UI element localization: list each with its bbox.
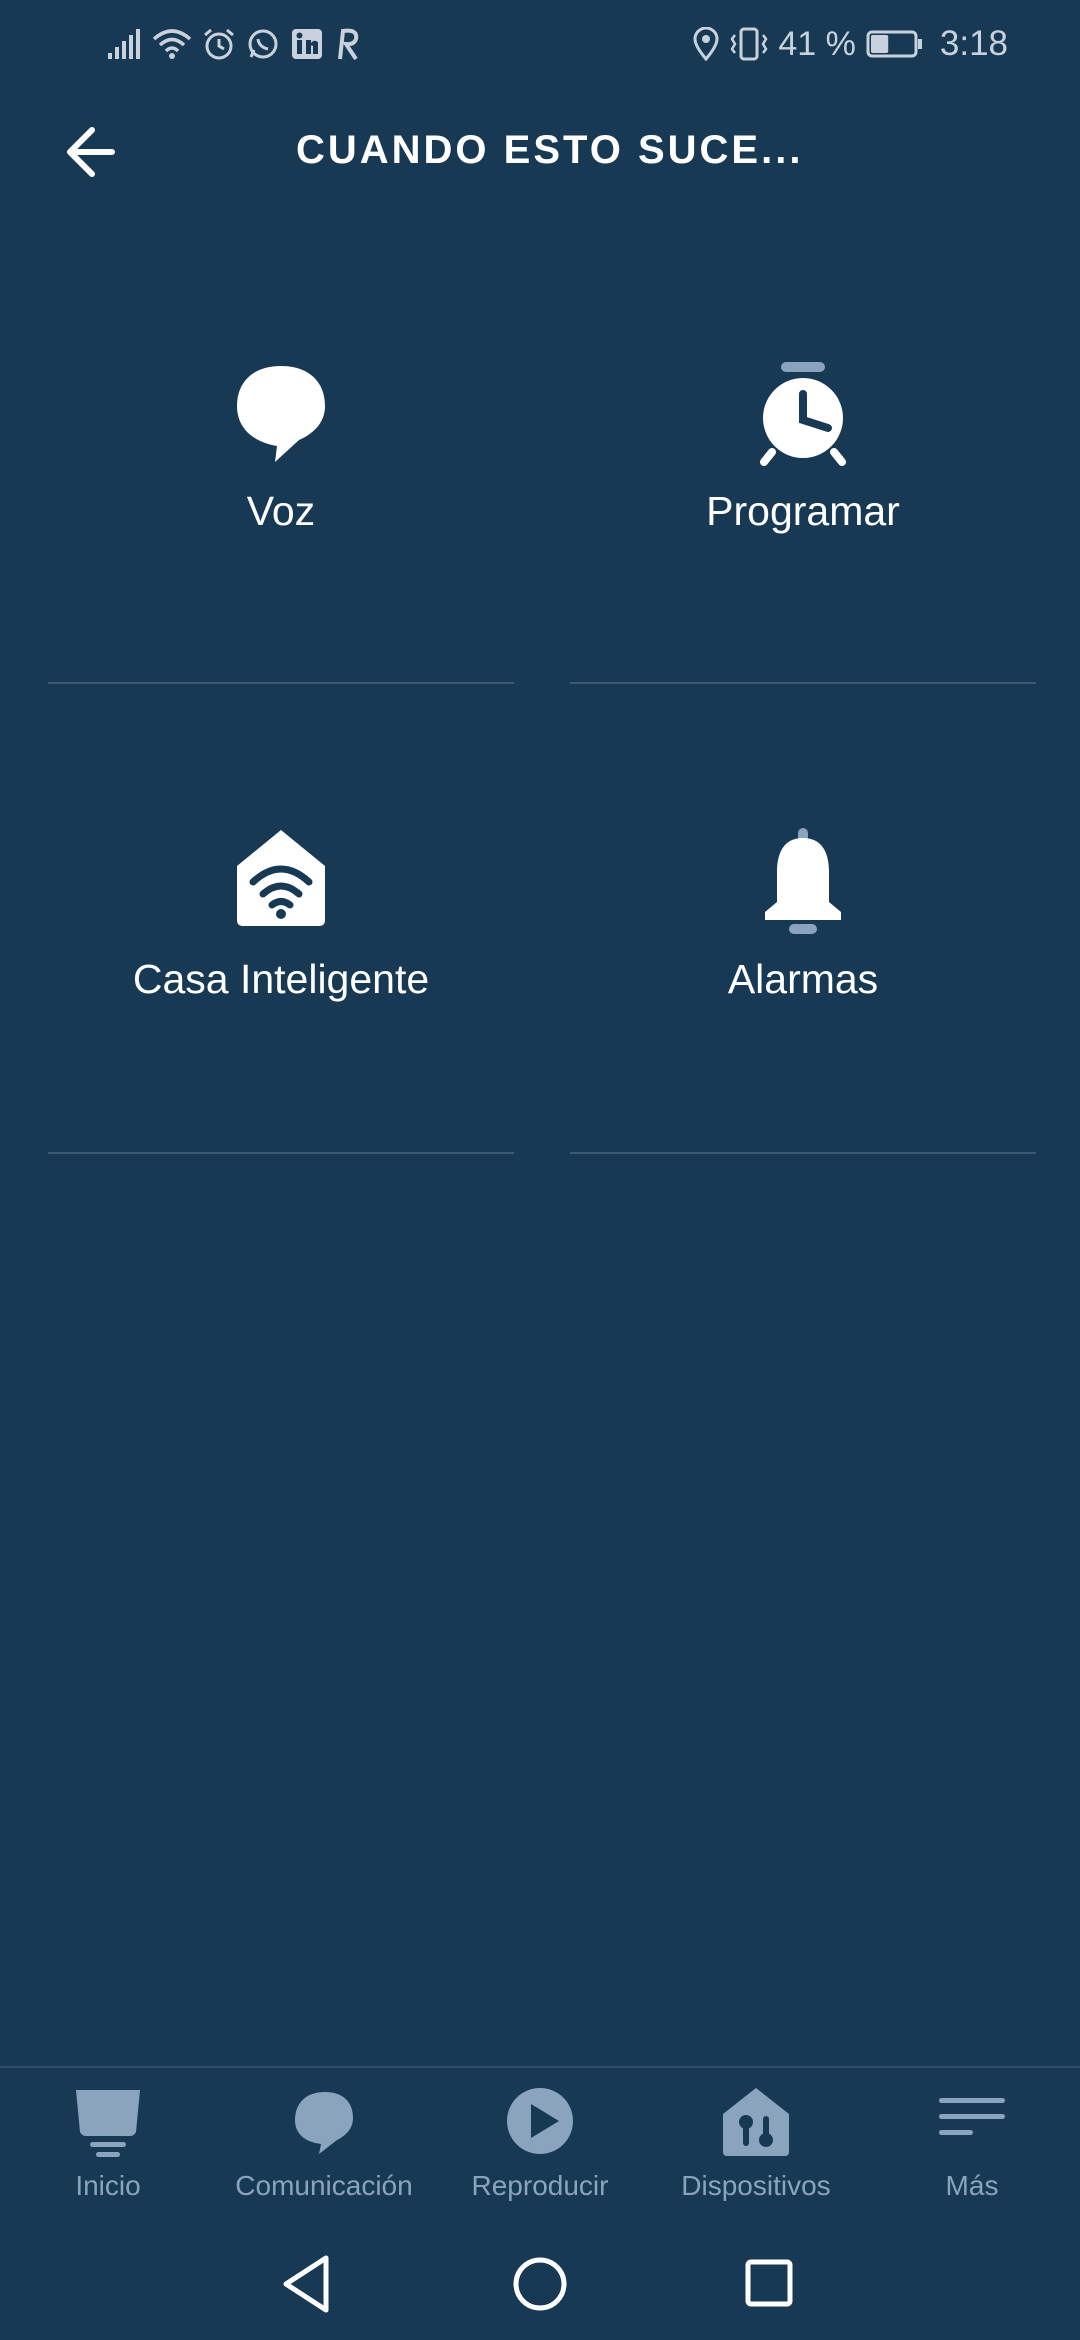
nav-label: Comunicación	[235, 2170, 413, 2201]
status-right-icons: 41 % 3:18	[692, 22, 1008, 66]
vibrate-icon	[730, 27, 768, 61]
wifi-icon	[152, 27, 192, 61]
whatsapp-icon	[246, 27, 280, 61]
trigger-label: Programar	[706, 488, 900, 534]
home-icon	[76, 2090, 140, 2157]
menu-icon	[939, 2098, 1005, 2135]
trigger-alarmas[interactable]: Alarmas	[570, 684, 1036, 1154]
square-recents-icon	[745, 2259, 793, 2307]
page-title: CUANDO ESTO SUCE...	[296, 128, 804, 172]
nav-item-reproducir[interactable]: Reproducir	[432, 2086, 648, 2216]
circle-home-icon	[513, 2257, 567, 2311]
trigger-casa-inteligente[interactable]: Casa Inteligente	[48, 684, 514, 1154]
nav-item-dispositivos[interactable]: Dispositivos	[648, 2086, 864, 2216]
location-icon	[692, 27, 720, 61]
devices-icon	[723, 2088, 789, 2156]
trigger-label: Voz	[246, 488, 316, 534]
clock-time: 3:18	[939, 24, 1008, 63]
nav-label: Dispositivos	[681, 2170, 831, 2201]
top-app-bar: CUANDO ESTO SUCE...	[0, 100, 1080, 204]
divider	[48, 1152, 514, 1154]
trigger-label: Casa Inteligente	[132, 956, 430, 1002]
status-bar: 41 % 3:18	[0, 0, 1080, 86]
back-button[interactable]	[58, 120, 134, 184]
chat-icon	[295, 2092, 353, 2154]
system-back-button[interactable]	[268, 2244, 348, 2324]
battery-percent: 41 %	[778, 24, 856, 63]
alarm-icon	[202, 27, 236, 61]
trigger-label: Alarmas	[727, 956, 879, 1002]
alarm-clock-icon	[760, 362, 846, 466]
signal-icon	[106, 27, 142, 61]
play-icon	[507, 2088, 573, 2154]
nav-label: Inicio	[75, 2170, 141, 2201]
bell-icon	[765, 828, 841, 934]
status-left-icons	[106, 22, 364, 66]
triangle-back-icon	[283, 2255, 329, 2313]
nav-item-mas[interactable]: Más	[864, 2086, 1080, 2216]
nav-item-inicio[interactable]: Inicio	[0, 2086, 216, 2216]
divider	[570, 1152, 1036, 1154]
speech-bubble-icon	[237, 366, 325, 462]
nav-item-comunicacion[interactable]: Comunicación	[216, 2086, 432, 2216]
trigger-programar[interactable]: Programar	[570, 214, 1036, 684]
bottom-navigation: Inicio Comunicación Reproducir Dispositi…	[0, 2066, 1080, 2224]
arrow-left-icon	[67, 127, 115, 177]
smart-home-icon	[237, 830, 325, 926]
nav-label: Más	[945, 2170, 999, 2201]
trigger-voz[interactable]: Voz	[48, 214, 514, 684]
r-app-icon	[334, 27, 364, 61]
system-navigation-bar	[0, 2222, 1080, 2340]
battery-icon	[866, 29, 924, 59]
linkedin-icon	[290, 27, 324, 61]
system-recents-button[interactable]	[728, 2244, 808, 2324]
system-home-button[interactable]	[500, 2244, 580, 2324]
nav-label: Reproducir	[471, 2170, 609, 2201]
